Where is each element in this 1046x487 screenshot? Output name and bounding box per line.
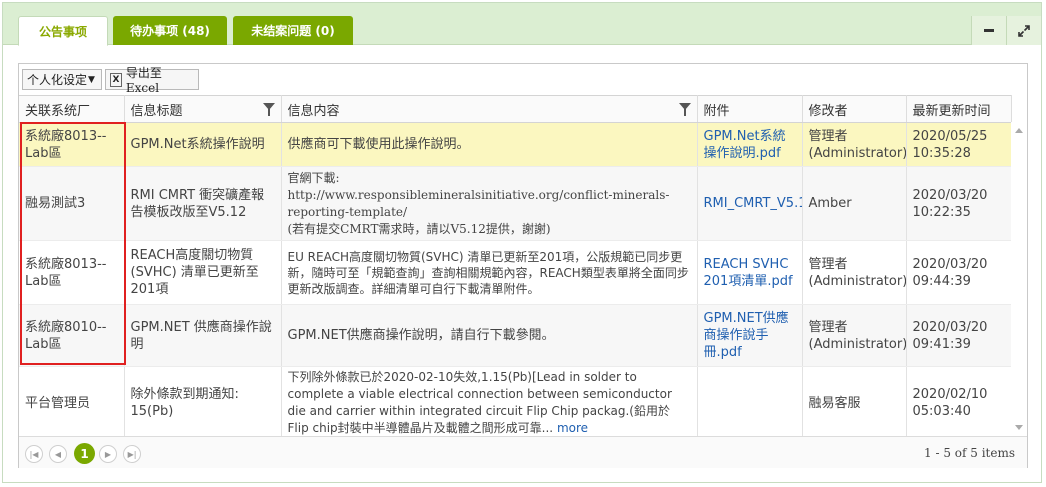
pagination-bar: |◀ ◀ 1 ▶ ▶| 1 - 5 of 5 items [19, 436, 1027, 468]
column-header-label: 信息标题 [130, 103, 183, 119]
caret-down-icon: ▼ [88, 74, 95, 85]
more-link[interactable]: more [557, 421, 588, 435]
next-page-icon: ▶ [104, 449, 112, 459]
last-page-button[interactable]: ▶| [123, 445, 141, 463]
portal-panel: 公告事项 待办事项 (48) 未结案问题 (0) 个人化设定 ▼ X 导出至Exce… [2, 2, 1042, 483]
cell-attachment: GPM.NET供應商操作說手冊.pdf [697, 304, 803, 367]
cell-modifier: Amber [802, 166, 907, 241]
filter-icon[interactable] [262, 103, 275, 116]
cell-modifier: 管理者(Administrator) [802, 240, 907, 305]
cell-updated: 2020/03/20 09:41:39 [906, 304, 1012, 367]
tab-todo[interactable]: 待办事项 (48) [113, 16, 227, 45]
announcements-table: 关联系统厂 信息标题 信息内容 附件 修改者 最新更新时间 系統廠8013--L… [19, 95, 1012, 440]
cell-title: REACH高度關切物質(SVHC) 清單已更新至201項 [124, 240, 282, 305]
cell-title: GPM.Net系統操作說明 [124, 122, 282, 167]
content-line: (若有提交CMRT需求時，請以V5.12提供，謝謝) [287, 221, 551, 236]
expand-button[interactable] [1006, 16, 1041, 45]
prev-page-button[interactable]: ◀ [49, 445, 67, 463]
column-header-attachment[interactable]: 附件 [697, 95, 803, 123]
column-header-content[interactable]: 信息内容 [281, 95, 698, 123]
cell-attachment: GPM.Net系統操作說明.pdf [697, 122, 803, 167]
attachment-link[interactable]: RMI_CMRT_V5.12.xlsx [704, 196, 802, 211]
cell-system: 融易測試3 [19, 166, 125, 241]
tab-open-issues[interactable]: 未结案问题 (0) [233, 16, 353, 45]
current-page-button[interactable]: 1 [74, 443, 95, 464]
cell-modifier: 融易客服 [802, 366, 907, 440]
cell-title: GPM.NET 供應商操作說明 [124, 304, 282, 367]
table-row[interactable]: 平台管理员 除外條款到期通知: 15(Pb) 下列除外條款已於2020-02-1… [19, 366, 1012, 440]
tab-label: 公告事项 [38, 24, 87, 39]
column-header-label: 信息内容 [287, 103, 340, 119]
minimize-button[interactable] [971, 16, 1006, 45]
attachment-link[interactable]: GPM.NET供應商操作說手冊.pdf [704, 311, 789, 360]
cell-content: GPM.NET供應商操作說明，請自行下載參閱。 [281, 304, 698, 367]
table-row[interactable]: 融易測試3 RMI CMRT 衝突礦產報告模板改版至V5.12 官網下載: ht… [19, 166, 1012, 241]
cell-title: RMI CMRT 衝突礦產報告模板改版至V5.12 [124, 166, 282, 241]
table-row[interactable]: 系統廠8013--Lab區 GPM.Net系統操作說明 供應商可下載使用此操作說… [19, 122, 1012, 167]
minimize-icon [984, 29, 994, 32]
cell-content: 官網下載: http://www.responsiblemineralsinit… [281, 166, 698, 241]
table-row[interactable]: 系統廠8013--Lab區 REACH高度關切物質(SVHC) 清單已更新至20… [19, 240, 1012, 305]
column-header-updated[interactable]: 最新更新时间 [906, 95, 1012, 123]
cell-updated: 2020/05/25 10:35:28 [906, 122, 1012, 167]
prev-page-icon: ◀ [54, 449, 62, 459]
personalize-dropdown[interactable]: 个人化设定 ▼ [22, 69, 102, 90]
personalize-label: 个人化设定 [27, 73, 88, 87]
cell-system: 系統廠8013--Lab區 [19, 240, 125, 305]
excel-icon: X [110, 72, 122, 87]
window-controls [971, 16, 1041, 45]
first-page-icon: |◀ [29, 449, 39, 459]
next-page-button[interactable]: ▶ [99, 445, 117, 463]
export-excel-button[interactable]: X 导出至Excel [105, 66, 199, 95]
cell-updated: 2020/02/10 05:03:40 [906, 366, 1012, 440]
vertical-scrollbar[interactable] [1011, 122, 1027, 436]
cell-system: 系統廠8010--Lab區 [19, 304, 125, 367]
column-header-modifier[interactable]: 修改者 [802, 95, 907, 123]
cell-content: 供應商可下載使用此操作說明。 [281, 122, 698, 167]
content-line: 官網下載: [287, 170, 340, 185]
table-header: 关联系统厂 信息标题 信息内容 附件 修改者 最新更新时间 [19, 95, 1012, 123]
content-text: 下列除外條款已於2020-02-10失效,1.15(Pb)[Lead in so… [287, 370, 672, 435]
cell-updated: 2020/03/20 10:22:35 [906, 166, 1012, 241]
tab-announcements[interactable]: 公告事项 [18, 16, 108, 46]
cell-system: 系統廠8013--Lab區 [19, 122, 125, 167]
tab-label: 未结案问题 (0) [251, 24, 335, 38]
announcements-panel: 个人化设定 ▼ X 导出至Excel 关联系统厂 信息标题 信息内容 附件 修改者 … [18, 63, 1028, 468]
cell-content: 下列除外條款已於2020-02-10失效,1.15(Pb)[Lead in so… [281, 366, 698, 440]
grid-toolbar: 个人化设定 ▼ X 导出至Excel [19, 64, 1027, 95]
table-row[interactable]: 系統廠8010--Lab區 GPM.NET 供應商操作說明 GPM.NET供應商… [19, 304, 1012, 367]
cell-system: 平台管理员 [19, 366, 125, 440]
content-url: http://www.responsiblemineralsinitiative… [287, 187, 670, 219]
cell-attachment: RMI_CMRT_V5.12.xlsx [697, 166, 803, 241]
cell-content: EU REACH高度關切物質(SVHC) 清單已更新至201項，公版規範已同步更… [281, 240, 698, 305]
scroll-up-icon[interactable] [1015, 128, 1023, 133]
scroll-down-icon[interactable] [1015, 425, 1023, 430]
attachment-link[interactable]: GPM.Net系統操作說明.pdf [704, 129, 786, 161]
tab-bar: 公告事项 待办事项 (48) 未结案问题 (0) [3, 3, 1041, 46]
tab-label: 待办事项 (48) [130, 24, 210, 38]
export-label: 导出至Excel [125, 66, 162, 95]
attachment-link[interactable]: REACH SVHC 201項清單.pdf [704, 257, 793, 289]
pager-info: 1 - 5 of 5 items [924, 446, 1015, 460]
cell-attachment: REACH SVHC 201項清單.pdf [697, 240, 803, 305]
cell-updated: 2020/03/20 09:44:39 [906, 240, 1012, 305]
column-header-title[interactable]: 信息标题 [124, 95, 282, 123]
filter-icon[interactable] [678, 103, 691, 116]
cell-attachment [697, 366, 803, 440]
cell-modifier: 管理者(Administrator) [802, 122, 907, 167]
last-page-icon: ▶| [127, 449, 137, 459]
expand-icon [1018, 24, 1030, 37]
cell-modifier: 管理者(Administrator) [802, 304, 907, 367]
first-page-button[interactable]: |◀ [25, 445, 43, 463]
column-header-system[interactable]: 关联系统厂 [19, 95, 125, 123]
cell-title: 除外條款到期通知: 15(Pb) [124, 366, 282, 440]
